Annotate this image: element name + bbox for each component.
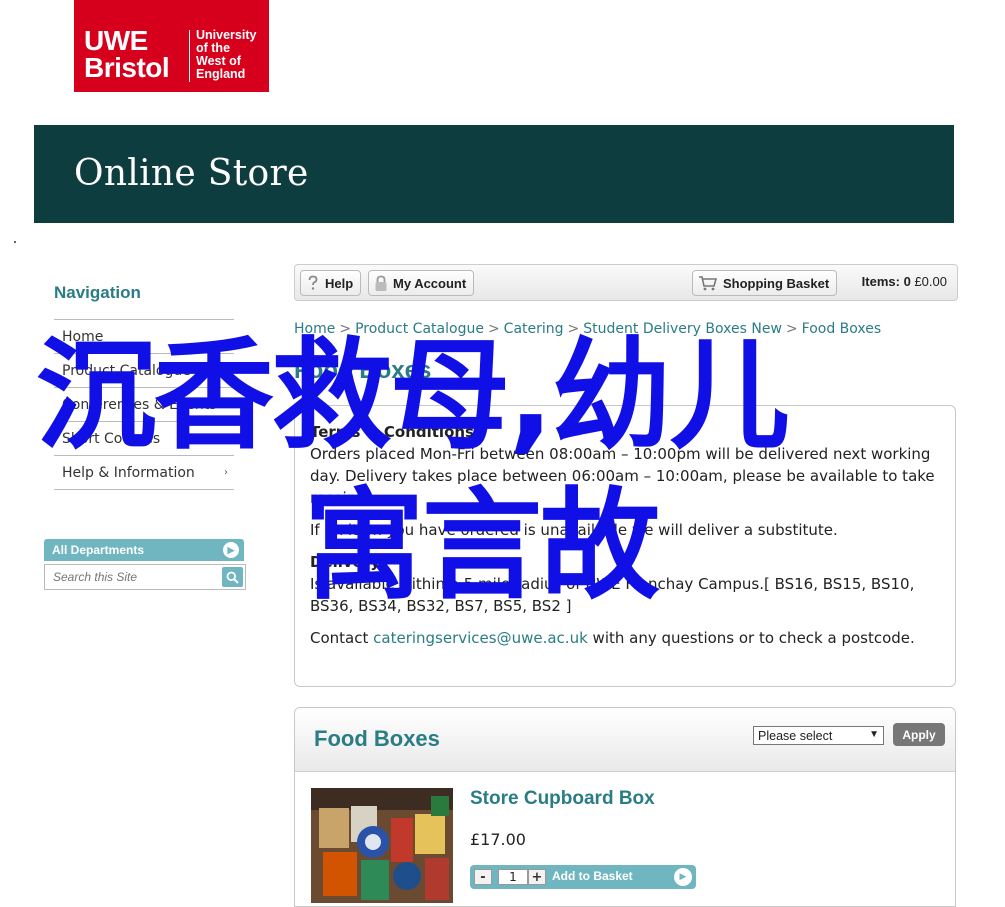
sidebar-nav: Home Product Catalogue › Conferences & E… <box>54 319 234 490</box>
shopping-basket-button[interactable]: Shopping Basket <box>692 270 838 296</box>
breadcrumb-home[interactable]: Home <box>294 321 335 337</box>
food-boxes-panel: Food Boxes Please select ▼ Apply Store C… <box>294 707 956 907</box>
items-count: 0 <box>903 274 911 289</box>
shopping-basket-label: Shopping Basket <box>723 275 830 291</box>
lock-icon <box>375 275 387 291</box>
sidebar-item-label: Home <box>62 328 104 345</box>
site-banner: Online Store <box>34 125 954 223</box>
basket-total: £0.00 <box>914 274 947 289</box>
page-title: Food Boxes <box>294 357 432 384</box>
terms-paragraph-substitute: If an item you have ordered is unavailab… <box>310 521 838 539</box>
breadcrumb-separator: > <box>487 321 500 337</box>
decorative-dot <box>14 241 16 243</box>
delivery-heading: Delivery <box>310 553 381 571</box>
logo-divider <box>189 30 190 82</box>
product-image[interactable] <box>311 788 453 903</box>
chevron-right-icon: › <box>224 467 228 478</box>
all-departments-dropdown[interactable]: All Departments ▶ <box>44 539 244 561</box>
sidebar-item-product-catalogue[interactable]: Product Catalogue › <box>54 354 234 388</box>
breadcrumb-separator: > <box>567 321 580 337</box>
sort-select[interactable]: Please select ▼ <box>753 726 884 745</box>
sidebar-item-label: Product Catalogue <box>62 362 191 379</box>
basket-summary: Items: 0 £0.00 <box>862 274 947 289</box>
sidebar-item-short-courses[interactable]: Short Courses › <box>54 422 234 456</box>
add-to-basket-bar: - 1 + Add to Basket ▶ <box>470 865 696 889</box>
add-to-basket-button[interactable]: Add to Basket <box>552 869 633 883</box>
decrease-quantity-button[interactable]: - <box>474 869 492 885</box>
terms-heading: Terms & Conditions <box>310 423 474 441</box>
catering-email-link[interactable]: cateringservices@uwe.ac.uk <box>373 629 588 647</box>
sort-select-value: Please select <box>758 728 833 743</box>
breadcrumb-catering[interactable]: Catering <box>504 321 564 337</box>
breadcrumb-product-catalogue[interactable]: Product Catalogue <box>355 321 484 337</box>
arrow-right-icon: ▶ <box>223 542 239 558</box>
my-account-button[interactable]: My Account <box>368 270 475 296</box>
apply-button[interactable]: Apply <box>893 723 945 746</box>
increase-quantity-button[interactable]: + <box>528 869 546 885</box>
breadcrumb-separator: > <box>785 321 798 337</box>
basket-icon <box>699 276 718 291</box>
sidebar-item-label: Conferences & Events <box>62 396 217 413</box>
chevron-right-icon: › <box>224 365 228 376</box>
search-button[interactable] <box>222 567 243 587</box>
product-name[interactable]: Store Cupboard Box <box>470 788 655 810</box>
sidebar-item-label: Help & Information <box>62 464 195 481</box>
sidebar-item-conferences-events[interactable]: Conferences & Events › <box>54 388 234 422</box>
breadcrumb-separator: > <box>339 321 352 337</box>
arrow-right-icon: ▶ <box>674 868 692 886</box>
uwe-logo[interactable]: UWE Bristol University of the West of En… <box>74 0 269 92</box>
breadcrumb-food-boxes[interactable]: Food Boxes <box>802 321 882 337</box>
search-input[interactable] <box>51 566 221 588</box>
sidebar-item-help-information[interactable]: Help & Information › <box>54 456 234 490</box>
terms-paragraph-orders: Orders placed Mon-Fri between 08:00am – … <box>310 445 935 507</box>
search-icon <box>226 571 239 584</box>
nav-heading: Navigation <box>54 283 141 302</box>
logo-subtitle: University of the West of England <box>196 28 257 81</box>
site-search <box>44 564 246 590</box>
quantity-input[interactable]: 1 <box>498 869 528 885</box>
sidebar-item-label: Short Courses <box>62 430 161 447</box>
terms-paragraph-contact: Contact cateringservices@uwe.ac.uk with … <box>310 629 915 647</box>
chevron-down-icon: ▼ <box>869 729 879 740</box>
banner-title: Online Store <box>74 153 309 194</box>
items-label: Items: <box>861 274 900 289</box>
product-price: £17.00 <box>470 830 526 849</box>
food-boxes-title: Food Boxes <box>314 726 440 751</box>
my-account-label: My Account <box>393 275 467 291</box>
help-icon <box>308 275 318 290</box>
chevron-right-icon: › <box>224 433 228 444</box>
breadcrumb: Home > Product Catalogue > Catering > Student … <box>294 321 881 337</box>
help-label: Help <box>325 275 354 291</box>
sidebar-item-home[interactable]: Home <box>54 320 234 354</box>
logo-wordmark: UWE Bristol <box>84 25 170 83</box>
all-departments-label: All Departments <box>52 543 145 557</box>
breadcrumb-student-delivery-boxes[interactable]: Student Delivery Boxes New <box>583 321 782 337</box>
food-boxes-header: Food Boxes Please select ▼ Apply <box>295 708 955 772</box>
help-button[interactable]: Help <box>300 270 362 296</box>
store-toolbar: Help My Account Shopping Basket Items: 0… <box>294 264 958 301</box>
terms-panel: Terms & Conditions Orders placed Mon-Fri… <box>294 405 956 687</box>
food-box-photo <box>311 788 453 903</box>
terms-paragraph-delivery: Is available within a 5 mile radius of U… <box>310 575 915 615</box>
chevron-right-icon: › <box>224 399 228 410</box>
